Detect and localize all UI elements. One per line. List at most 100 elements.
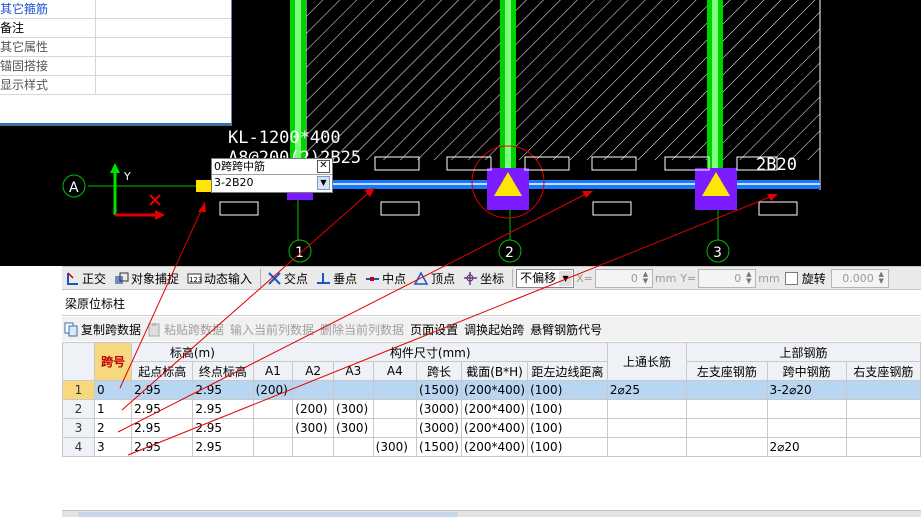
mid-span-rebar-cell[interactable] [766, 399, 847, 419]
end-elevation-header[interactable]: 终点标高 [192, 361, 254, 381]
left-edge-distance-header[interactable]: 距左边线距离 [527, 361, 608, 381]
a1-cell[interactable]: (200) [252, 380, 294, 400]
page-setup-button[interactable]: 页面设置 [408, 321, 462, 338]
property-row[interactable]: 备注 [0, 19, 231, 38]
table-row[interactable]: 1 0 2.95 2.95 (200) (1500) (200*400) (10… [62, 380, 921, 400]
end-elevation-cell[interactable]: 2.95 [192, 418, 254, 438]
rotate-angle-input[interactable]: 0.000 ▲ ▼ [830, 268, 889, 288]
right-support-rebar-cell[interactable] [845, 399, 921, 419]
midpoint-snap-button[interactable]: 中点 [362, 268, 409, 288]
a4-cell[interactable]: (300) [372, 437, 418, 457]
top-through-cell[interactable] [606, 418, 688, 438]
a1-cell[interactable] [252, 437, 294, 457]
span-number-cell[interactable]: 0 [93, 380, 133, 400]
span-length-header[interactable]: 跨长 [416, 361, 462, 381]
spinner-icon[interactable]: ▲ ▼ [876, 270, 887, 286]
span-number-cell[interactable]: 1 [93, 399, 133, 419]
left-edge-distance-cell[interactable]: (100) [527, 399, 608, 419]
right-support-rebar-cell[interactable] [845, 418, 921, 438]
a3-header[interactable]: A3 [332, 361, 374, 381]
end-elevation-cell[interactable]: 2.95 [192, 380, 254, 400]
perpendicular-snap-button[interactable]: 垂点 [313, 268, 360, 288]
intersection-snap-button[interactable]: 交点 [264, 268, 311, 288]
a2-header[interactable]: A2 [292, 361, 334, 381]
left-support-rebar-header[interactable]: 左支座钢筋 [686, 361, 768, 381]
chevron-down-icon[interactable]: ▼ [559, 270, 573, 286]
start-elevation-cell[interactable]: 2.95 [131, 437, 194, 457]
table-row[interactable]: 4 3 2.95 2.95 (300) (1500) (200*400) (10… [62, 437, 921, 457]
property-row[interactable]: 其它箍筋 [0, 0, 231, 19]
top-through-cell[interactable] [606, 399, 688, 419]
span-number-cell[interactable]: 2 [93, 418, 133, 438]
coordinate-snap-button[interactable]: 坐标 [460, 268, 507, 288]
cantilever-rebar-code-button[interactable]: 悬臂钢筋代号 [528, 321, 606, 338]
copy-span-data-button[interactable]: 复制跨数据 [62, 321, 145, 338]
spinner-icon[interactable]: ▲ ▼ [743, 270, 754, 286]
span-number-header[interactable]: 跨号 [93, 342, 133, 381]
property-row[interactable]: 其它属性 [0, 38, 231, 57]
mid-span-rebar-cell[interactable]: 2⌀20 [766, 437, 847, 457]
a2-cell[interactable]: (300) [292, 418, 334, 438]
object-snap-button[interactable]: 对象捕捉 [111, 268, 182, 288]
a4-cell[interactable] [372, 380, 418, 400]
left-support-rebar-cell[interactable] [686, 437, 768, 457]
a1-cell[interactable] [252, 418, 294, 438]
offset-mode-select[interactable]: 不偏移 ▼ [516, 268, 575, 288]
vertex-snap-button[interactable]: 顶点 [411, 268, 458, 288]
a4-cell[interactable] [372, 399, 418, 419]
dynamic-input-button[interactable]: 123 动态输入 [184, 268, 255, 288]
right-support-rebar-cell[interactable] [845, 437, 921, 457]
table-row[interactable]: 3 2 2.95 2.95 (300) (300) (3000) (200*40… [62, 418, 921, 438]
section-cell[interactable]: (200*400) [460, 380, 529, 400]
mid-span-rebar-cell[interactable]: 3-2⌀20 [766, 380, 847, 400]
span-length-cell[interactable]: (3000) [416, 418, 462, 438]
rotate-checkbox[interactable] [784, 271, 798, 285]
span-number-cell[interactable]: 3 [93, 437, 133, 457]
left-edge-distance-cell[interactable]: (100) [527, 437, 608, 457]
editor-value-field[interactable]: 3-2B20 ▼ [212, 175, 332, 192]
end-elevation-cell[interactable]: 2.95 [192, 437, 254, 457]
horizontal-scrollbar[interactable] [62, 510, 921, 517]
chevron-down-icon[interactable]: ▼ [317, 176, 330, 190]
left-edge-distance-cell[interactable]: (100) [527, 418, 608, 438]
top-through-cell[interactable]: 2⌀25 [606, 380, 688, 400]
paste-span-data-button[interactable]: 粘贴跨数据 [145, 321, 228, 338]
property-row[interactable]: 锚固搭接 [0, 57, 231, 76]
mid-span-rebar-header[interactable]: 跨中钢筋 [766, 361, 847, 381]
span-length-cell[interactable]: (1500) [416, 437, 462, 457]
y-offset-input[interactable]: 0 ▲ ▼ [698, 268, 757, 288]
a3-cell[interactable]: (300) [332, 399, 374, 419]
a4-cell[interactable] [372, 418, 418, 438]
cad-drawing-canvas[interactable]: KL-1200*400 A8@200(2)2B25 2B20 A 1 2 3 Y… [0, 0, 921, 266]
section-cell[interactable]: (200*400) [460, 418, 529, 438]
left-support-rebar-cell[interactable] [686, 380, 768, 400]
a3-cell[interactable] [332, 437, 374, 457]
start-elevation-header[interactable]: 起点标高 [131, 361, 194, 381]
left-support-rebar-cell[interactable] [686, 399, 768, 419]
right-support-rebar-header[interactable]: 右支座钢筋 [845, 361, 921, 381]
mid-span-rebar-cell[interactable] [766, 418, 847, 438]
delete-column-data-button[interactable]: 删除当前列数据 [318, 321, 408, 338]
property-row[interactable]: 显示样式 [0, 76, 231, 95]
section-cell[interactable]: (200*400) [460, 399, 529, 419]
spinner-icon[interactable]: ▲ ▼ [640, 270, 651, 286]
section-header[interactable]: 截面(B*H) [460, 361, 529, 381]
top-through-header[interactable]: 上通长筋 [606, 342, 688, 381]
a1-cell[interactable] [252, 399, 294, 419]
rotate-toggle[interactable]: 旋转 [782, 268, 829, 288]
close-icon[interactable]: ✕ [317, 160, 330, 173]
start-elevation-cell[interactable]: 2.95 [131, 380, 194, 400]
a2-cell[interactable] [292, 437, 334, 457]
x-offset-input[interactable]: 0 ▲ ▼ [594, 268, 653, 288]
a2-cell[interactable]: (200) [292, 399, 334, 419]
start-elevation-cell[interactable]: 2.95 [131, 418, 194, 438]
a2-cell[interactable] [292, 380, 334, 400]
section-cell[interactable]: (200*400) [460, 437, 529, 457]
a3-cell[interactable]: (300) [332, 418, 374, 438]
scrollbar-thumb[interactable] [78, 512, 458, 517]
end-elevation-cell[interactable]: 2.95 [192, 399, 254, 419]
swap-start-span-button[interactable]: 调换起始跨 [462, 321, 528, 338]
top-through-cell[interactable] [606, 437, 688, 457]
a4-header[interactable]: A4 [372, 361, 418, 381]
table-row[interactable]: 2 1 2.95 2.95 (200) (300) (3000) (200*40… [62, 399, 921, 419]
